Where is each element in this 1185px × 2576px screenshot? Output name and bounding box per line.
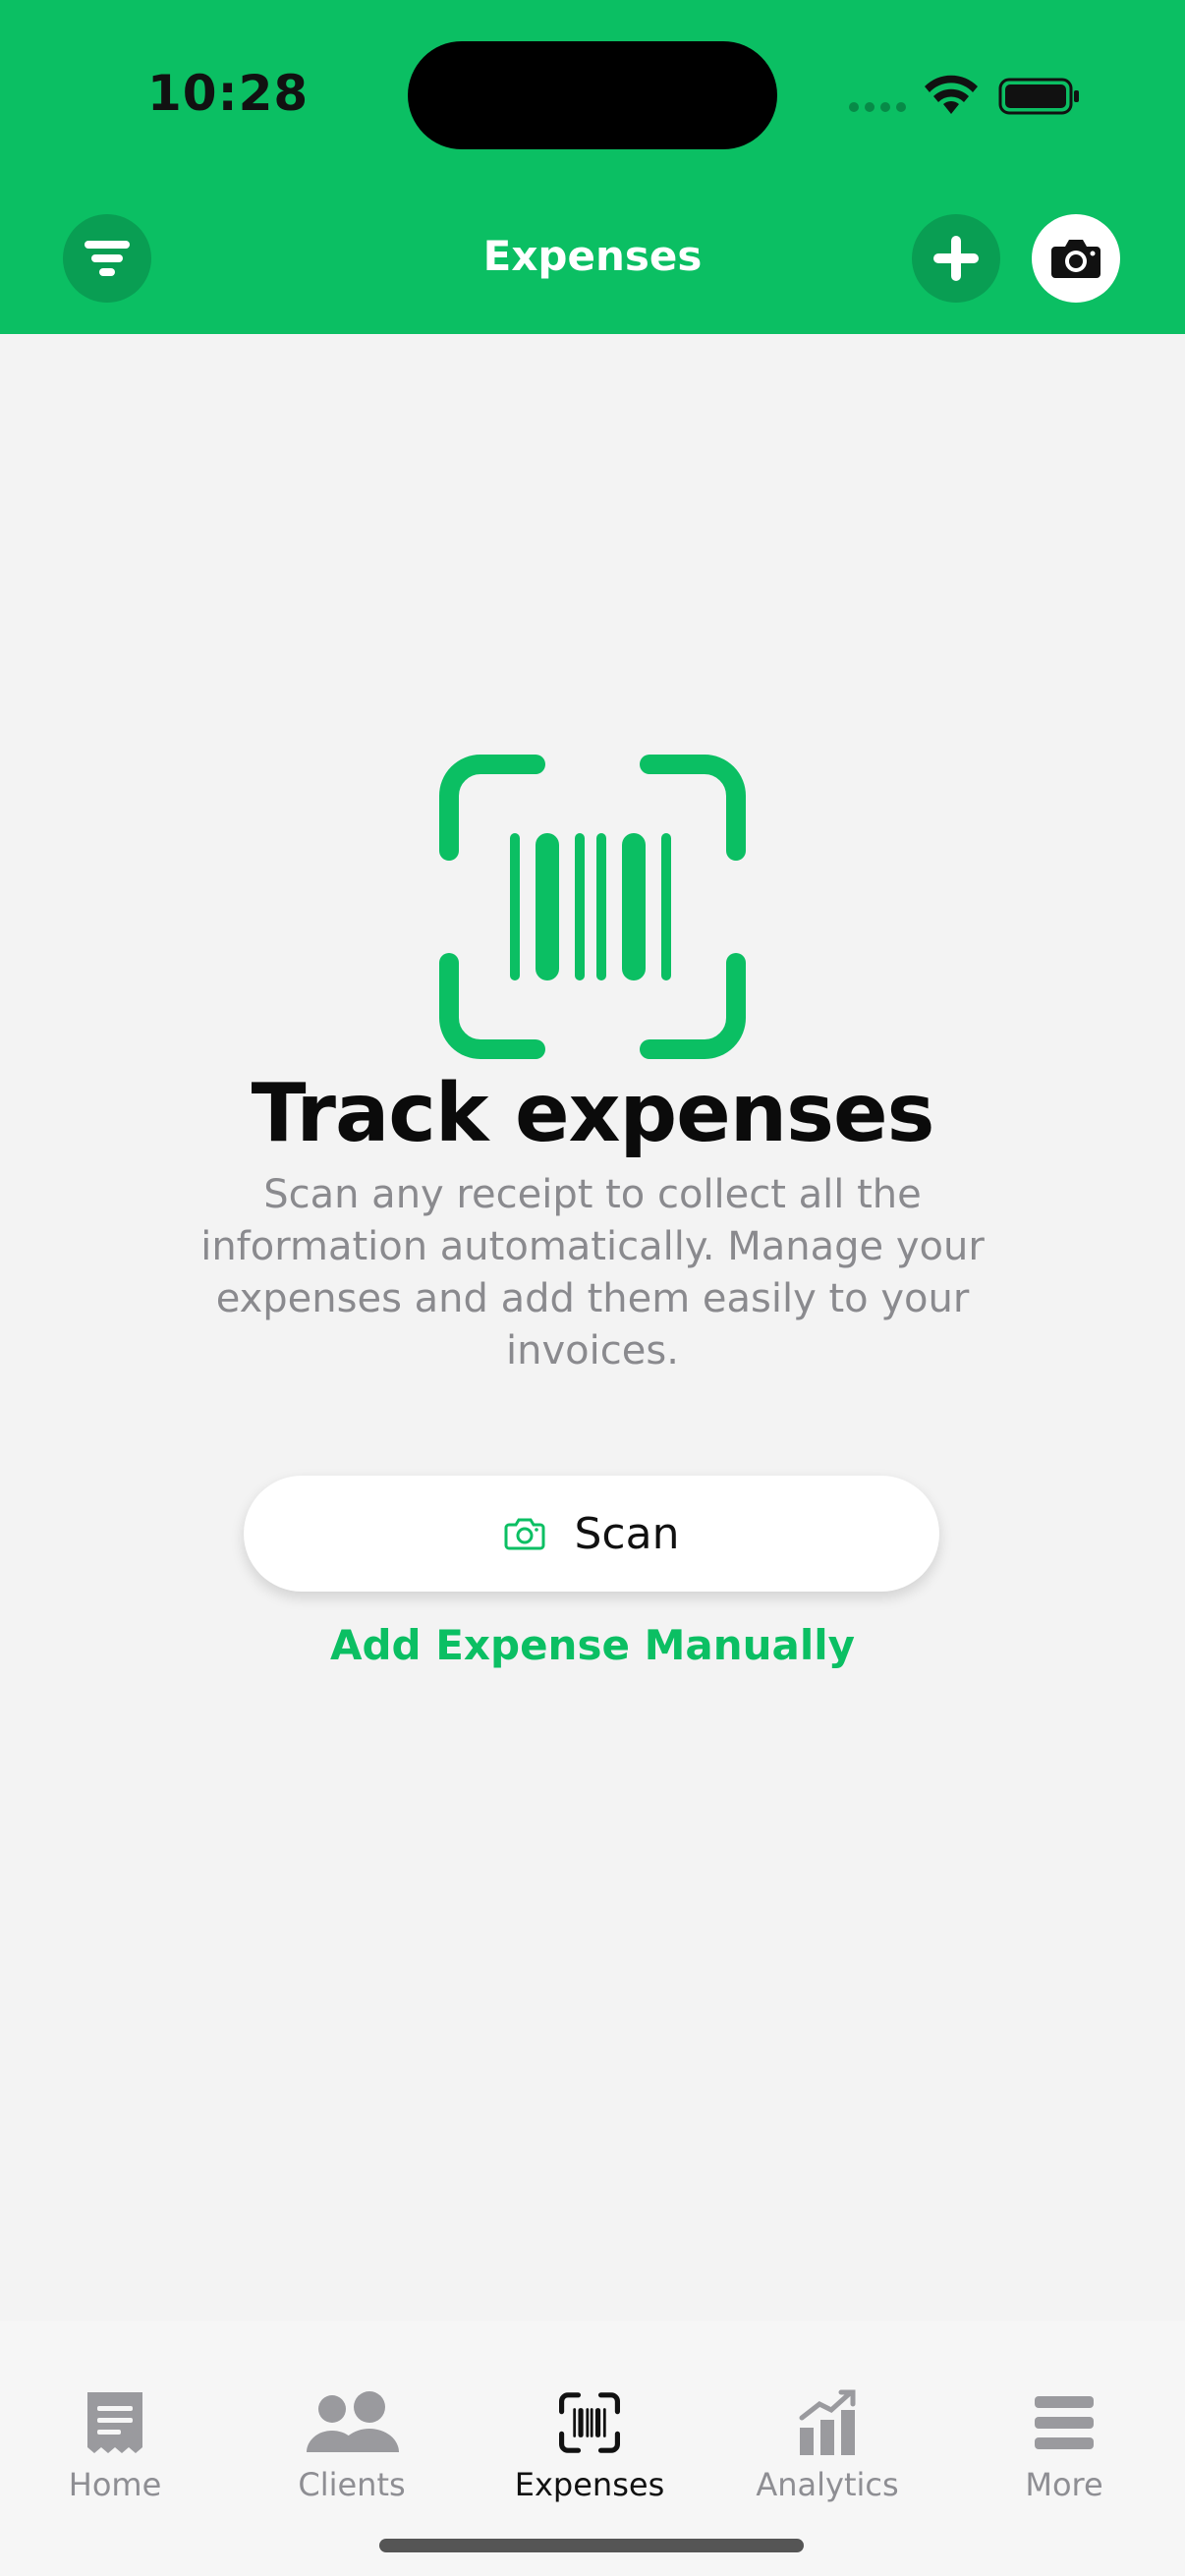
menu-icon (1035, 2396, 1094, 2449)
empty-state-title: Track expenses (251, 1067, 935, 1160)
tab-more[interactable]: More (956, 2387, 1172, 2505)
tab-more-label: More (1025, 2466, 1103, 2503)
camera-button[interactable] (1032, 214, 1120, 303)
add-expense-manually-link[interactable]: Add Expense Manually (0, 1621, 1185, 1669)
barcode-scan-icon (439, 755, 746, 1059)
home-indicator (379, 2539, 804, 2552)
receipt-icon (87, 2392, 142, 2453)
scan-button-label: Scan (574, 1508, 680, 1559)
add-expense-button[interactable] (912, 214, 1000, 303)
tab-analytics-label: Analytics (756, 2466, 899, 2503)
tab-clients[interactable]: Clients (244, 2387, 460, 2505)
status-time: 10:28 (147, 65, 310, 122)
tab-home-label: Home (68, 2466, 162, 2503)
chart-icon (799, 2389, 856, 2455)
tab-clients-label: Clients (298, 2466, 406, 2503)
plus-icon (933, 236, 979, 281)
tab-home[interactable]: Home (7, 2387, 223, 2505)
dynamic-island (408, 41, 777, 149)
barcode-scan-icon (559, 2392, 620, 2453)
header: 10:28 Expenses (0, 0, 1185, 334)
scan-button[interactable]: Scan (244, 1476, 939, 1592)
wifi-icon (925, 75, 978, 114)
cellular-signal-icon (849, 102, 906, 112)
tab-analytics[interactable]: Analytics (719, 2387, 935, 2505)
camera-icon (504, 1518, 544, 1550)
battery-icon (998, 78, 1079, 115)
camera-icon (1051, 240, 1100, 278)
empty-state-description: Scan any receipt to collect all the info… (200, 1172, 985, 1373)
page-title: Expenses (482, 232, 703, 280)
tab-expenses[interactable]: Expenses (481, 2387, 698, 2505)
tab-expenses-label: Expenses (514, 2466, 665, 2503)
people-icon (307, 2391, 399, 2452)
